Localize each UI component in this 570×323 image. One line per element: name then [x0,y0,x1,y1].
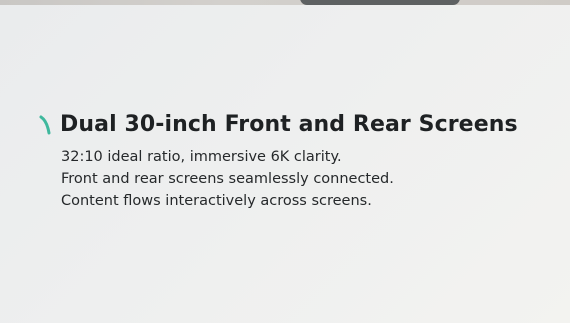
slash-accent-icon [38,114,52,136]
feature-block: Dual 30-inch Front and Rear Screens 32:1… [38,112,558,212]
product-image-edge [300,0,460,5]
description-line-1: 32:10 ideal ratio, immersive 6K clarity. [61,149,342,165]
feature-heading-row: Dual 30-inch Front and Rear Screens [38,112,558,137]
description-line-2: Front and rear screens seamlessly connec… [61,171,394,187]
feature-title: Dual 30-inch Front and Rear Screens [60,112,518,137]
top-image-strip [0,0,570,5]
description-line-3: Content flows interactively across scree… [61,193,372,209]
feature-description: 32:10 ideal ratio, immersive 6K clarity.… [61,146,558,212]
